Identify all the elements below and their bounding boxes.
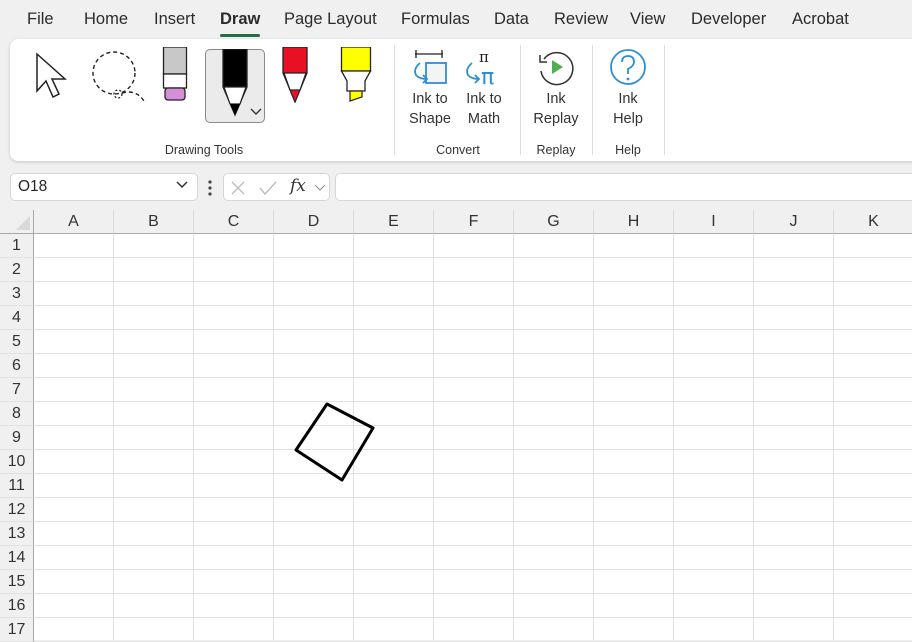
ribbon: Drawing Tools Ink to Shape π π Ink to Ma… (10, 39, 912, 161)
yellow-highlighter-button[interactable] (340, 47, 372, 103)
more-options-icon[interactable] (207, 180, 213, 196)
tab-formulas[interactable]: Formulas (401, 10, 470, 29)
pen-icon (282, 47, 308, 103)
column-header-d[interactable]: D (274, 210, 354, 234)
menu-bar: File Home Insert Draw Page Layout Formul… (0, 0, 912, 40)
group-separator (394, 45, 395, 155)
cancel-x-icon[interactable] (230, 180, 246, 196)
ink-replay-label: Ink Replay (533, 91, 579, 127)
row-header-4[interactable]: 4 (0, 306, 34, 330)
cell-area[interactable] (34, 234, 912, 642)
tab-draw[interactable]: Draw (220, 10, 261, 37)
group-separator (520, 45, 521, 155)
tab-developer[interactable]: Developer (691, 10, 766, 29)
select-all-corner[interactable] (0, 210, 34, 234)
select-all-triangle-icon (16, 216, 30, 230)
row-header-14[interactable]: 14 (0, 546, 34, 570)
column-header-e[interactable]: E (354, 210, 434, 234)
tab-page-layout[interactable]: Page Layout (284, 10, 377, 29)
column-header-i[interactable]: I (674, 210, 754, 234)
select-tool-button[interactable] (34, 51, 74, 103)
row-header-1[interactable]: 1 (0, 234, 34, 258)
row-header-10[interactable]: 10 (0, 450, 34, 474)
chevron-down-icon[interactable] (250, 108, 262, 116)
ink-replay-button[interactable] (536, 49, 576, 87)
row-header-15[interactable]: 15 (0, 570, 34, 594)
eraser-icon (162, 47, 188, 101)
tab-insert[interactable]: Insert (154, 10, 195, 29)
row-header-16[interactable]: 16 (0, 594, 34, 618)
column-header-h[interactable]: H (594, 210, 674, 234)
row-header-3[interactable]: 3 (0, 282, 34, 306)
ink-drawing-square[interactable] (34, 234, 912, 640)
enter-check-icon[interactable] (258, 180, 278, 196)
formula-bar: O18 fx (0, 170, 912, 204)
name-box[interactable]: O18 (10, 173, 198, 201)
row-header-5[interactable]: 5 (0, 330, 34, 354)
row-header-2[interactable]: 2 (0, 258, 34, 282)
lasso-select-button[interactable] (90, 51, 150, 105)
column-header-c[interactable]: C (194, 210, 274, 234)
tab-review[interactable]: Review (554, 10, 608, 29)
column-header-j[interactable]: J (754, 210, 834, 234)
ink-help-label: Ink Help (613, 91, 643, 127)
row-header-11[interactable]: 11 (0, 474, 34, 498)
tab-view[interactable]: View (630, 10, 665, 29)
tab-home[interactable]: Home (84, 10, 128, 29)
replay-group-label: Replay (536, 143, 576, 157)
help-question-icon (610, 49, 646, 85)
red-pen-button[interactable] (281, 47, 309, 103)
row-header-13[interactable]: 13 (0, 522, 34, 546)
row-header-8[interactable]: 8 (0, 402, 34, 426)
column-header-a[interactable]: A (34, 210, 114, 234)
group-separator (592, 45, 593, 155)
tab-file[interactable]: File (27, 10, 54, 29)
ink-to-shape-icon (414, 50, 447, 84)
spreadsheet-grid[interactable]: ABCDEFGHIJK 1 2 3 4 5 6 7 8 9 10 11 12 13 14 15 16 17 (0, 210, 912, 642)
tab-data[interactable]: Data (494, 10, 529, 29)
row-header-17[interactable]: 17 (0, 618, 34, 642)
name-box-value: O18 (18, 178, 48, 195)
cursor-arrow-icon (36, 52, 67, 99)
ink-help-button[interactable] (609, 49, 649, 87)
column-header-b[interactable]: B (114, 210, 194, 234)
column-header-g[interactable]: G (514, 210, 594, 234)
row-header-9[interactable]: 9 (0, 426, 34, 450)
column-header-k[interactable]: K (834, 210, 912, 234)
formula-controls: fx (223, 173, 330, 201)
replay-icon (539, 51, 574, 86)
row-header-7[interactable]: 7 (0, 378, 34, 402)
pen-icon (222, 49, 248, 117)
convert-group-label: Convert (436, 143, 480, 157)
drawing-tools-group-label: Drawing Tools (164, 143, 244, 157)
highlighter-icon (340, 47, 372, 102)
eraser-button[interactable] (162, 47, 188, 103)
ink-to-shape-label: Ink to Shape (409, 91, 451, 127)
formula-input[interactable] (335, 173, 912, 201)
lasso-icon (92, 51, 145, 102)
column-header-f[interactable]: F (434, 210, 514, 234)
group-separator (664, 45, 665, 155)
insert-function-button[interactable]: fx (290, 176, 306, 196)
svg-text:π: π (481, 65, 494, 87)
ink-to-math-label: Ink to Math (466, 91, 502, 127)
svg-text:π: π (479, 49, 489, 66)
black-pen-button[interactable] (205, 49, 265, 123)
tab-acrobat[interactable]: Acrobat (792, 10, 849, 29)
chevron-down-icon[interactable] (175, 180, 189, 190)
chevron-down-icon[interactable] (314, 184, 326, 192)
row-header-12[interactable]: 12 (0, 498, 34, 522)
help-group-label: Help (615, 143, 641, 157)
ink-to-math-icon: π π (466, 49, 494, 87)
row-header-6[interactable]: 6 (0, 354, 34, 378)
